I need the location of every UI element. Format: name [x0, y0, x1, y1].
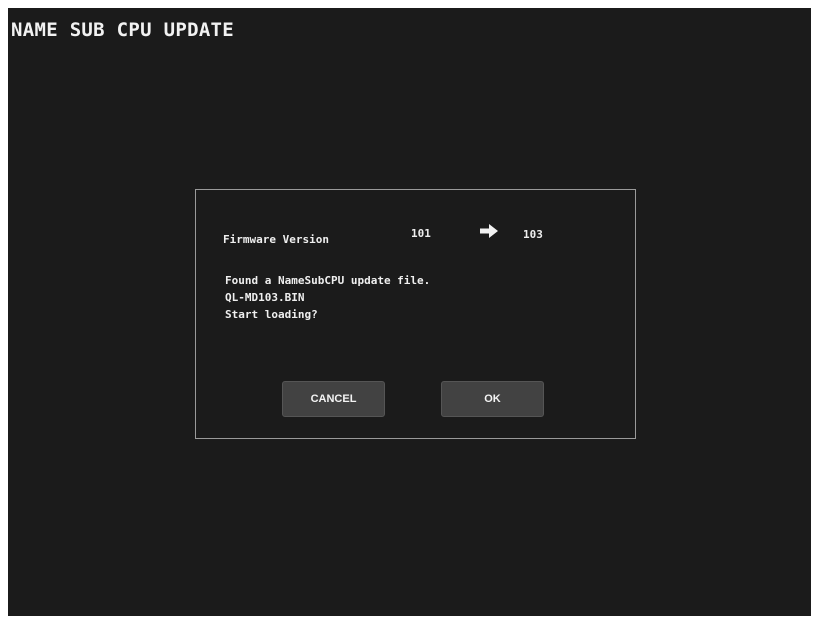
message-line-found: Found a NameSubCPU update file.	[225, 274, 431, 287]
firmware-version-label: Firmware Version	[223, 233, 329, 246]
update-dialog: Firmware Version 101 103 Found a NameSub…	[195, 189, 636, 439]
cancel-button-label: CANCEL	[310, 393, 357, 405]
message-line-filename: QL-MD103.BIN	[225, 291, 305, 304]
ok-button[interactable]: OK	[441, 381, 544, 417]
cancel-button[interactable]: CANCEL	[282, 381, 385, 417]
new-version: 103	[523, 228, 543, 241]
current-version: 101	[411, 227, 431, 240]
update-screen: NAME SUB CPU UPDATE Firmware Version 101…	[8, 8, 811, 616]
ok-button-label: OK	[484, 393, 501, 405]
page-title: NAME SUB CPU UPDATE	[11, 19, 235, 41]
right-arrow-icon	[480, 224, 498, 238]
message-line-prompt: Start loading?	[225, 308, 318, 321]
